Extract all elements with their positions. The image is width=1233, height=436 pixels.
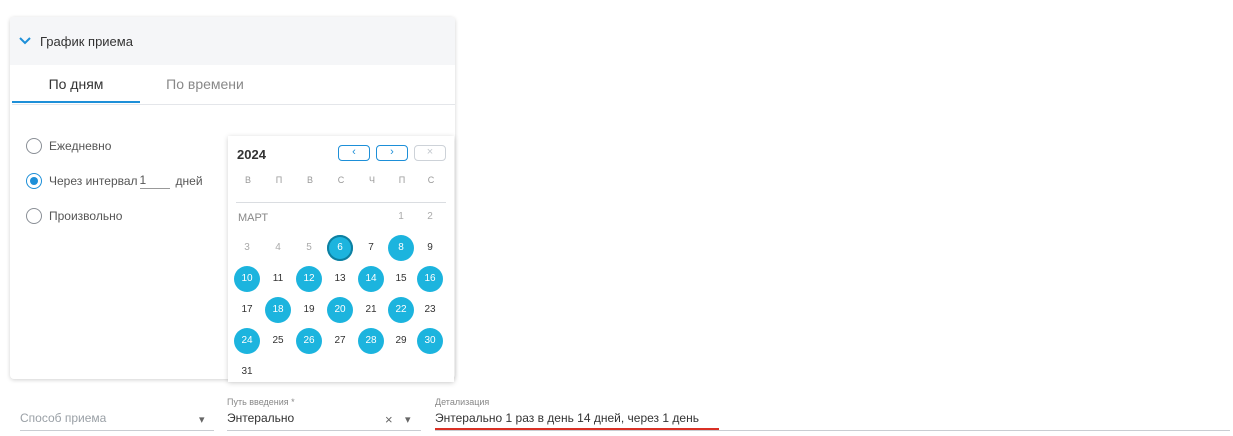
next-month-button[interactable]: ›	[376, 145, 408, 161]
interval-input[interactable]	[139, 173, 170, 189]
calendar-day[interactable]: 24	[234, 328, 260, 354]
radio-custom-label: Произвольно	[49, 209, 123, 223]
calendar-day[interactable]: 16	[417, 266, 443, 292]
radio-interval-label: Через интервал	[49, 174, 138, 188]
calendar-day[interactable]: 1	[388, 204, 414, 230]
calendar-day[interactable]: 10	[234, 266, 260, 292]
calendar-day[interactable]: 9	[417, 235, 443, 261]
radio-custom-control[interactable]	[26, 208, 42, 224]
calendar-day[interactable]: 23	[417, 297, 443, 323]
month-label: МАРТ	[238, 212, 269, 224]
clear-icon[interactable]: ×	[385, 412, 393, 427]
calendar-day[interactable]: 4	[265, 235, 291, 261]
detail-label: Детализация	[435, 397, 490, 407]
weekday-label: Ч	[369, 175, 375, 185]
method-underline	[20, 430, 214, 431]
calendar-day[interactable]: 5	[296, 235, 322, 261]
weekday-label: П	[398, 175, 406, 185]
detail-underline	[435, 430, 1230, 431]
radio-interval[interactable]: Через интервал дней	[26, 173, 203, 189]
method-select[interactable]: Способ приема	[20, 411, 106, 425]
calendar-day[interactable]: 29	[388, 328, 414, 354]
calendar-day[interactable]: 18	[265, 297, 291, 323]
calendar-year[interactable]: 2024	[237, 147, 266, 162]
weekday-label: В	[244, 175, 251, 185]
panel-title: График приема	[40, 34, 133, 49]
tab-by-days[interactable]: По дням	[12, 65, 140, 103]
calendar-day[interactable]: 14	[358, 266, 384, 292]
tab-by-time[interactable]: По времени	[140, 65, 270, 103]
close-calendar-button[interactable]: ×	[414, 145, 446, 161]
chevron-down-icon[interactable]: ▾	[405, 413, 411, 426]
calendar-day[interactable]: 15	[388, 266, 414, 292]
radio-daily-label: Ежедневно	[49, 139, 112, 153]
prev-month-button[interactable]: ‹	[338, 145, 370, 161]
calendar-day[interactable]: 25	[265, 328, 291, 354]
calendar-day[interactable]: 17	[234, 297, 260, 323]
route-underline	[227, 430, 421, 431]
chevron-down-icon[interactable]	[18, 34, 32, 48]
calendar-day[interactable]: 31	[234, 359, 260, 385]
calendar-day[interactable]: 8	[388, 235, 414, 261]
radio-daily-control[interactable]	[26, 138, 42, 154]
calendar-day[interactable]: 28	[358, 328, 384, 354]
detail-input[interactable]: Энтерально 1 раз в день 14 дней, через 1…	[435, 411, 699, 425]
calendar-day[interactable]: 6	[327, 235, 353, 261]
radio-daily[interactable]: Ежедневно	[26, 138, 111, 154]
chevron-down-icon[interactable]: ▾	[199, 413, 205, 426]
calendar-divider	[236, 202, 446, 203]
calendar-day[interactable]: 30	[417, 328, 443, 354]
calendar-day[interactable]: 22	[388, 297, 414, 323]
route-select[interactable]: Энтерально	[227, 411, 294, 425]
calendar-day[interactable]: 12	[296, 266, 322, 292]
weekday-label: С	[427, 175, 435, 185]
weekday-label: В	[306, 175, 313, 185]
calendar-day[interactable]: 3	[234, 235, 260, 261]
calendar-day[interactable]: 21	[358, 297, 384, 323]
spellcheck-underline	[435, 428, 719, 430]
calendar-day[interactable]: 7	[358, 235, 384, 261]
calendar-day[interactable]: 27	[327, 328, 353, 354]
chevron-right-icon: ›	[390, 146, 394, 158]
chevron-left-icon: ‹	[352, 146, 356, 158]
calendar-day[interactable]: 26	[296, 328, 322, 354]
radio-interval-control[interactable]	[26, 173, 42, 189]
route-label: Путь введения *	[227, 397, 295, 407]
weekday-label: П	[275, 175, 283, 185]
calendar-day[interactable]: 19	[296, 297, 322, 323]
calendar-day[interactable]: 2	[417, 204, 443, 230]
datepicker-popup: 2024 ‹ › × В П В С Ч П С МАРТ 1234567891…	[228, 136, 454, 382]
panel-header[interactable]: График приема	[10, 17, 455, 65]
calendar-day[interactable]: 20	[327, 297, 353, 323]
weekday-label: С	[337, 175, 345, 185]
calendar-day[interactable]: 13	[327, 266, 353, 292]
close-icon: ×	[426, 146, 434, 158]
interval-unit: дней	[175, 174, 203, 188]
tabs-divider	[12, 104, 455, 105]
radio-custom[interactable]: Произвольно	[26, 208, 122, 224]
calendar-day[interactable]: 11	[265, 266, 291, 292]
